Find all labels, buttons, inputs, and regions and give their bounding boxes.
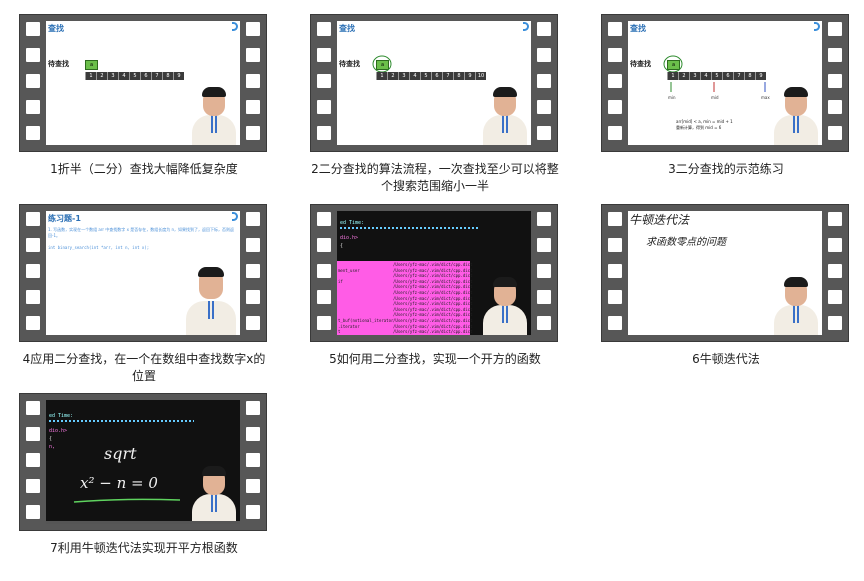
- video-caption[interactable]: 6牛顿迭代法: [601, 351, 851, 368]
- video-caption[interactable]: 7利用牛顿迭代法实现开平方根函数: [19, 540, 269, 557]
- video-card-5[interactable]: ed Time: dio.h> { ment_user if t_buf(not…: [310, 204, 560, 368]
- video-card-2[interactable]: 查找 待查找 a 1 2 3 4 5 6 7 8 9 10 2二分查找的算法流程，一次查找至少可以…: [310, 14, 560, 195]
- video-caption[interactable]: 1折半（二分）查找大幅降低复杂度: [19, 161, 269, 178]
- slide-title: 查找: [48, 24, 64, 33]
- function-signature: int binary_search(int *arr, int n, int x…: [48, 245, 150, 250]
- slide-label: 待查找: [339, 60, 360, 68]
- video-caption[interactable]: 2二分查找的算法流程，一次查找至少可以将整个搜索范围缩小一半: [310, 161, 560, 195]
- code-divider: [340, 227, 480, 229]
- video-card-7[interactable]: ed Time: dio.h> { n, sqrt x² − n = 0 7利用…: [19, 393, 269, 557]
- array-row: 123456789: [667, 72, 766, 80]
- video-thumbnail[interactable]: 查找 待查找 a 1 2 3 4 5 6 7 8 9 10: [310, 14, 558, 152]
- presenter-image: [190, 87, 238, 145]
- completion-sources: /Users/yfz-mac/.vim/dict/cpp.dict/Users/…: [393, 262, 473, 335]
- video-card-3[interactable]: 查找 待查找 a 123456789 min mid max arr[mid] …: [601, 14, 851, 178]
- code-line: ed Time:: [49, 413, 74, 419]
- handwritten-note: 求函数零点的问题: [646, 237, 726, 248]
- presenter-image: [772, 87, 820, 145]
- video-thumbnail[interactable]: ed Time: dio.h> { n, sqrt x² − n = 0: [19, 393, 267, 531]
- slide-title: 练习题-1: [48, 214, 81, 223]
- slide-label: 待查找: [48, 60, 69, 68]
- autocomplete-popup[interactable]: ment_user if t_buf(notional_iterator .ite…: [337, 261, 473, 335]
- circle-annotation-icon: [372, 55, 392, 73]
- underline-stroke-icon: [73, 498, 181, 503]
- code-line: {: [49, 436, 53, 442]
- handwritten-title: 牛顿迭代法: [629, 213, 690, 227]
- presenter-image: [772, 277, 820, 335]
- logo-icon: [523, 22, 529, 31]
- circle-annotation-icon: [663, 55, 683, 73]
- slide-title: 查找: [630, 24, 646, 33]
- video-thumbnail[interactable]: 练习题-1 1. 写函数，实现在一个数组 arr 中查找数字 x 是否存在，数组…: [19, 204, 267, 342]
- array-row: 1 2 3 4 5 6 7 8 9 10: [376, 72, 486, 80]
- scrollbar[interactable]: [46, 521, 240, 524]
- video-thumbnail[interactable]: 牛顿迭代法 求函数零点的问题: [601, 204, 849, 342]
- video-thumbnail[interactable]: 查找 待查找 a 123456789: [19, 14, 267, 152]
- code-line: dio.h>: [340, 235, 359, 241]
- video-caption[interactable]: 5如何用二分查找，实现一个开方的函数: [310, 351, 560, 368]
- video-caption[interactable]: 3二分查找的示范练习: [601, 161, 851, 178]
- video-card-6[interactable]: 牛顿迭代法 求函数零点的问题 6牛顿迭代法: [601, 204, 851, 368]
- video-card-4[interactable]: 练习题-1 1. 写函数，实现在一个数组 arr 中查找数字 x 是否存在，数组…: [19, 204, 269, 385]
- logo-icon: [814, 22, 820, 31]
- video-caption[interactable]: 4应用二分查找，在一个在数组中查找数字x的位置: [19, 351, 269, 385]
- slide-label: 待查找: [630, 60, 651, 68]
- handwritten-equation: x² − n = 0: [80, 474, 158, 492]
- presenter-image: [184, 267, 238, 335]
- presenter-image: [481, 87, 529, 145]
- slide-notes: arr[mid] < a, min = mid + 1 重新计算，得到 mid =…: [676, 119, 733, 130]
- video-thumbnail[interactable]: ed Time: dio.h> { ment_user if t_buf(not…: [310, 204, 558, 342]
- video-card-1[interactable]: 查找 待查找 a 123456789 1折半（二分）查找大幅降低复杂度: [19, 14, 269, 178]
- video-thumbnail[interactable]: 查找 待查找 a 123456789 min mid max arr[mid] …: [601, 14, 849, 152]
- array-row: 123456789: [85, 72, 184, 80]
- logo-icon: [232, 22, 238, 31]
- exercise-description: 1. 写函数，实现在一个数组 arr 中查找数字 x 是否存在，数组长度为 n，…: [48, 227, 235, 238]
- pointer-arrows-icon: [670, 82, 766, 92]
- code-line: n,: [49, 444, 56, 450]
- presenter-image: [190, 466, 238, 524]
- logo-icon: [232, 212, 238, 221]
- handwritten-sqrt: sqrt: [104, 444, 137, 463]
- code-divider: [49, 420, 194, 422]
- target-value-box: a: [85, 60, 98, 70]
- slide-title: 查找: [339, 24, 355, 33]
- code-line: {: [340, 243, 344, 249]
- code-line: dio.h>: [49, 428, 68, 434]
- presenter-image: [481, 277, 529, 335]
- code-line: ed Time:: [340, 220, 365, 226]
- completion-keywords: ment_user if t_buf(notional_iterator .ite…: [338, 267, 394, 335]
